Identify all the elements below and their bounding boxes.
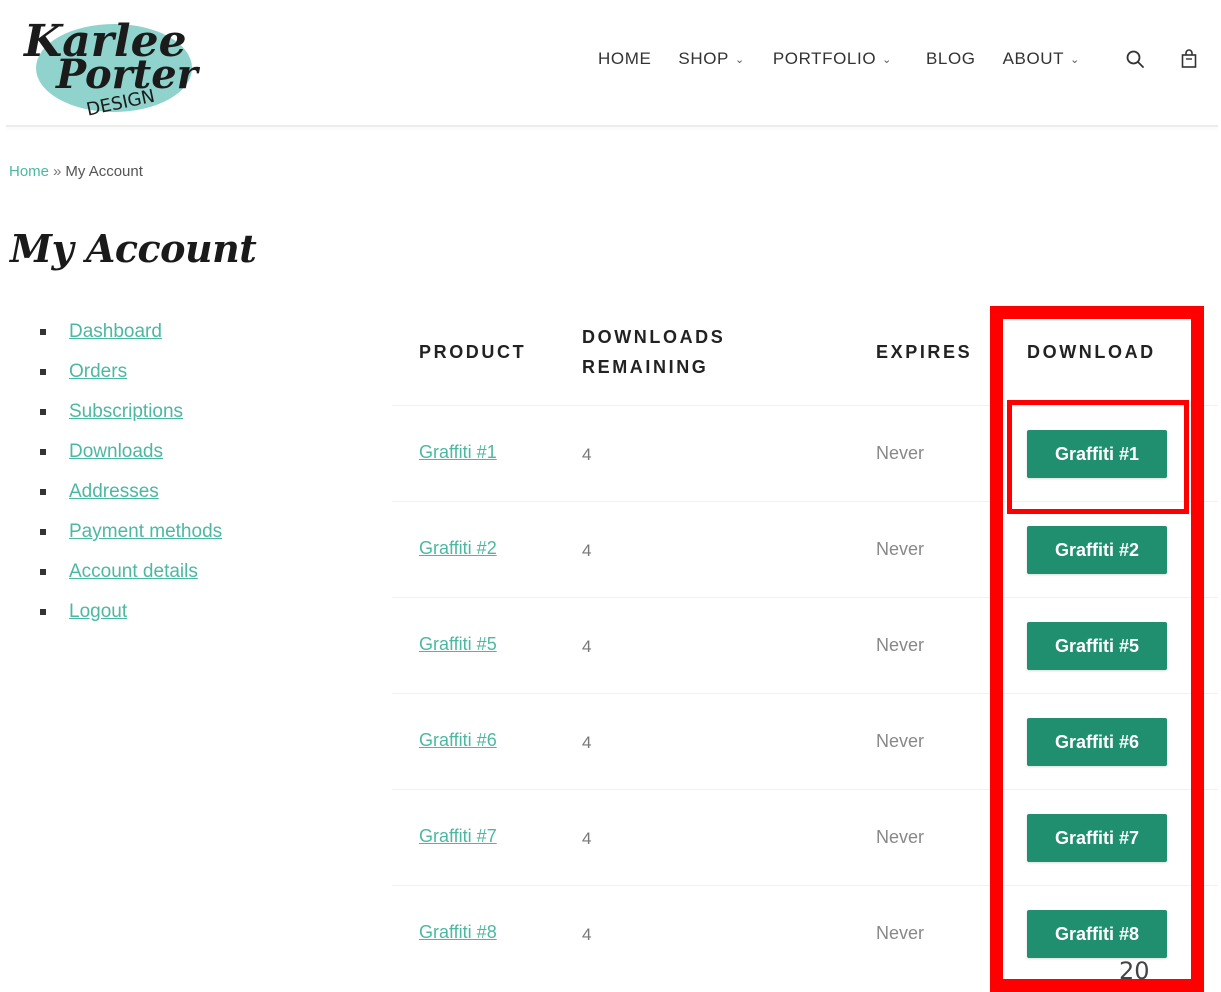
bullet: [40, 329, 46, 335]
downloads-remaining-value: 4: [582, 925, 592, 944]
downloads-remaining-value: 4: [582, 445, 592, 464]
site-logo[interactable]: Karlee Porter DESIGN: [14, 6, 204, 116]
account-nav-item-payment-methods: Payment methods: [40, 512, 222, 552]
account-nav-item-account-details: Account details: [40, 552, 222, 592]
account-nav-link-account-details[interactable]: Account details: [69, 561, 198, 583]
nav-shop-label: SHOP: [678, 49, 729, 68]
expires-value: Never: [876, 731, 925, 751]
header-divider: [6, 125, 1218, 127]
expires-value: Never: [876, 923, 925, 943]
account-nav: Dashboard Orders Subscriptions Downloads…: [40, 312, 222, 632]
account-nav-item-dashboard: Dashboard: [40, 312, 222, 352]
slide-page-number: 20: [1119, 957, 1150, 985]
bullet: [40, 569, 46, 575]
first-download-highlight: [1007, 400, 1189, 514]
breadcrumb-separator: »: [53, 163, 62, 180]
nav-about-label: ABOUT: [1002, 49, 1065, 68]
chevron-down-icon: ⌄: [1070, 53, 1080, 66]
downloads-remaining-value: 4: [582, 541, 592, 560]
product-link[interactable]: Graffiti #2: [419, 538, 497, 559]
product-link[interactable]: Graffiti #6: [419, 730, 497, 751]
account-nav-item-logout: Logout: [40, 592, 222, 632]
main-nav: HOME SHOP ⌄ PORTFOLIO ⌄ BLOG ABOUT ⌄: [598, 48, 1200, 70]
nav-blog-label: BLOG: [925, 49, 976, 68]
chevron-down-icon: ⌄: [882, 53, 892, 66]
column-header-expires: EXPIRES: [876, 342, 973, 362]
nav-about[interactable]: ABOUT ⌄: [1003, 49, 1080, 69]
nav-home[interactable]: HOME: [598, 49, 651, 69]
nav-portfolio[interactable]: PORTFOLIO ⌄: [773, 49, 892, 69]
product-link[interactable]: Graffiti #1: [419, 442, 497, 463]
account-nav-item-addresses: Addresses: [40, 472, 222, 512]
account-nav-link-subscriptions[interactable]: Subscriptions: [69, 401, 183, 423]
chevron-down-icon: ⌄: [734, 53, 745, 66]
account-nav-item-orders: Orders: [40, 352, 222, 392]
nav-portfolio-label: PORTFOLIO: [772, 49, 877, 68]
nav-shop[interactable]: SHOP ⌄: [678, 49, 744, 69]
product-link[interactable]: Graffiti #8: [419, 922, 497, 943]
downloads-remaining-value: 4: [582, 829, 592, 848]
account-nav-link-downloads[interactable]: Downloads: [69, 441, 163, 463]
downloads-remaining-value: 4: [582, 637, 592, 656]
column-header-product: PRODUCT: [419, 342, 527, 362]
account-nav-item-downloads: Downloads: [40, 432, 222, 472]
product-link[interactable]: Graffiti #7: [419, 826, 497, 847]
expires-value: Never: [876, 635, 925, 655]
column-header-downloads-remaining-line1: DOWNLOADS: [582, 327, 726, 347]
product-link[interactable]: Graffiti #5: [419, 634, 497, 655]
expires-value: Never: [876, 443, 925, 463]
breadcrumb: Home» My Account: [9, 163, 143, 180]
breadcrumb-current: My Account: [65, 163, 143, 180]
account-nav-link-orders[interactable]: Orders: [69, 361, 127, 383]
nav-home-label: HOME: [598, 49, 652, 68]
breadcrumb-home-link[interactable]: Home: [9, 163, 49, 180]
column-header-downloads-remaining-line2: REMAINING: [582, 357, 709, 377]
account-nav-link-logout[interactable]: Logout: [69, 601, 127, 623]
page-title: My Account: [10, 226, 257, 271]
expires-value: Never: [876, 827, 925, 847]
account-nav-link-payment-methods[interactable]: Payment methods: [69, 521, 222, 543]
bullet: [40, 449, 46, 455]
expires-value: Never: [876, 539, 925, 559]
search-icon[interactable]: [1124, 48, 1146, 70]
downloads-remaining-value: 4: [582, 733, 592, 752]
bullet: [40, 609, 46, 615]
account-nav-link-addresses[interactable]: Addresses: [69, 481, 159, 503]
shopping-bag-icon[interactable]: [1178, 48, 1200, 70]
account-nav-link-dashboard[interactable]: Dashboard: [69, 321, 162, 343]
column-header-downloads-remaining: DOWNLOADS REMAINING: [582, 322, 725, 382]
bullet: [40, 489, 46, 495]
nav-blog[interactable]: BLOG: [926, 49, 976, 69]
bullet: [40, 529, 46, 535]
bullet: [40, 409, 46, 415]
account-nav-item-subscriptions: Subscriptions: [40, 392, 222, 432]
bullet: [40, 369, 46, 375]
